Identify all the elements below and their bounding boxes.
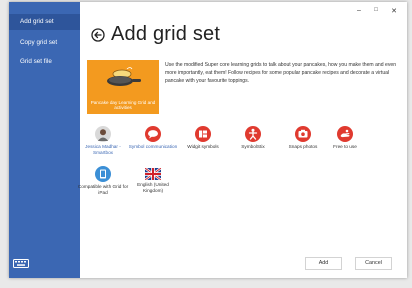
sidebar: Add grid set Copy grid set Grid set file <box>9 2 80 278</box>
speech-bubble-icon <box>145 126 161 142</box>
grid-set-caption: Pancake day Learning Grid and activities <box>90 99 156 111</box>
tag-free-to-use-label: Free to use <box>333 144 357 149</box>
page-heading: Add grid set <box>91 23 220 46</box>
keyboard-icon[interactable] <box>13 259 29 268</box>
tag-language[interactable]: English (United Kingdom) <box>127 166 179 194</box>
page-title: Add grid set <box>111 23 221 45</box>
grid-set-thumbnail[interactable]: Pancake day Learning Grid and activities <box>87 60 159 114</box>
maximize-button[interactable]: □ <box>371 7 381 13</box>
sidebar-item-add-grid-set[interactable]: Add grid set <box>9 14 80 30</box>
camera-icon <box>295 126 311 142</box>
tag-ipad-compatible-label: Compatible with Grid for iPad <box>77 184 129 196</box>
sidebar-item-grid-set-file[interactable]: Grid set file <box>9 54 80 70</box>
symbolstix-figure-icon <box>245 126 261 142</box>
ipad-icon <box>95 166 111 182</box>
cancel-button[interactable]: Cancel <box>355 257 392 270</box>
tag-language-label: English (United Kingdom) <box>137 182 169 194</box>
tag-symbol-communication[interactable]: Symbol communication <box>127 126 179 150</box>
grid-set-description: Use the modified Super core learning gri… <box>165 62 397 85</box>
tag-author-label: Jessica Madhar - Smartbox <box>85 144 121 156</box>
sidebar-item-copy-grid-set[interactable]: Copy grid set <box>9 35 80 51</box>
tag-widgit-symbols-label: Widgit symbols <box>187 144 219 149</box>
tag-widgit-symbols[interactable]: Widgit symbols <box>177 126 229 150</box>
close-button[interactable]: ✕ <box>389 7 399 15</box>
tag-free-to-use[interactable]: Free to use <box>319 126 371 150</box>
pancake-pan-icon <box>107 67 141 86</box>
add-grid-set-dialog: Add grid set Copy grid set Grid set file… <box>9 2 407 278</box>
tag-symbolstix-label: SymbolStix <box>241 144 265 149</box>
person-avatar-icon <box>95 126 111 142</box>
minimize-button[interactable]: – <box>354 7 364 14</box>
uk-flag-icon <box>145 168 161 180</box>
back-arrow-icon[interactable] <box>91 27 105 42</box>
tag-author[interactable]: Jessica Madhar - Smartbox <box>77 126 129 156</box>
tag-symbolstix[interactable]: SymbolStix <box>227 126 279 150</box>
widgit-icon <box>195 126 211 142</box>
hand-icon <box>337 126 353 142</box>
tag-symbol-communication-label: Symbol communication <box>128 144 178 149</box>
add-button[interactable]: Add <box>305 257 342 270</box>
tag-ipad-compatible[interactable]: Compatible with Grid for iPad <box>77 166 129 196</box>
